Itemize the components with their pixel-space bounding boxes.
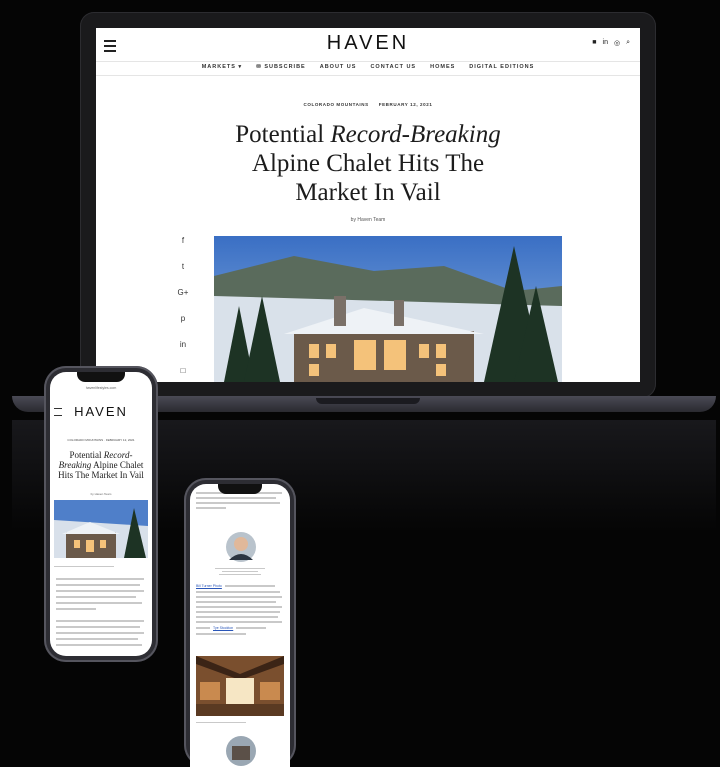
share-bar: f t G+ p in □: [174, 232, 192, 380]
hero-image-chalet: [214, 236, 562, 382]
phone-left: havenlifestyles.com HAVEN COLORADO MOUNT…: [44, 366, 158, 662]
share-linkedin-icon[interactable]: in: [174, 336, 192, 354]
header-social: ■ in ◎ ⌕: [592, 39, 630, 47]
phone-left-byline: by Haven Team: [90, 492, 112, 496]
title-line-3: Market In Vail: [295, 179, 441, 206]
nav-subscribe[interactable]: ✉ SUBSCRIBE: [256, 64, 306, 70]
nav-divider-top: [96, 61, 640, 62]
article-tags: COLORADO MOUNTAINS FEBRUARY 12, 2021: [96, 102, 640, 107]
phone-right-body-text: Bill Turner Photo Tye Stockton: [196, 584, 284, 635]
phone-left-title: Potential Record- Breaking Alpine Chalet…: [56, 450, 146, 480]
title-prefix: Potential: [235, 121, 325, 148]
phone-left-url: havenlifestyles.com: [85, 386, 117, 390]
interior-caption: [196, 722, 246, 723]
phone-right-intro-text: [196, 492, 284, 509]
laptop-hinge-notch: [316, 398, 420, 404]
nav-contact-us[interactable]: CONTACT US: [370, 64, 416, 70]
instagram-icon[interactable]: ◎: [614, 39, 620, 47]
phone-left-caption: [54, 566, 114, 567]
phone-left-hero-image: [54, 500, 148, 558]
title-emphasis: Record-Breaking: [330, 121, 501, 148]
phone-left-title-prefix: Potential: [69, 450, 102, 460]
share-twitter-icon[interactable]: t: [174, 258, 192, 276]
phone-left-title-emph1: Record-: [103, 450, 133, 460]
tag-date: FEBRUARY 12, 2021: [378, 102, 433, 107]
phone-left-screen: havenlifestyles.com HAVEN COLORADO MOUNT…: [50, 372, 152, 656]
agent-avatar: [226, 532, 256, 562]
laptop-screen: HAVEN ■ in ◎ ⌕ MARKETS ▾ ✉ SUBSCRIBE ABO…: [96, 28, 640, 382]
main-nav: MARKETS ▾ ✉ SUBSCRIBE ABOUT US CONTACT U…: [96, 64, 640, 70]
tag-category[interactable]: COLORADO MOUNTAINS: [304, 102, 369, 107]
interior-image: [196, 656, 284, 716]
phone-left-notch: [77, 372, 125, 382]
phone-left-logo[interactable]: HAVEN: [50, 404, 152, 419]
site-logo[interactable]: HAVEN: [96, 32, 640, 55]
article-title: Potential Record-Breaking Alpine Chalet …: [156, 120, 580, 207]
share-pinterest-icon[interactable]: p: [174, 310, 192, 328]
phone-left-tags: COLORADO MOUNTAINS · FEBRUARY 12, 2021: [67, 438, 135, 442]
article-byline: by Haven Team: [350, 217, 386, 223]
nav-about-us[interactable]: ABOUT US: [320, 64, 357, 70]
phone-right: Bill Turner Photo Tye Stockton: [184, 478, 296, 767]
phone-right-notch: [218, 484, 262, 494]
phone-left-body-text: [56, 578, 146, 646]
facebook-icon[interactable]: ■: [592, 39, 596, 47]
share-google-plus-icon[interactable]: G+: [174, 284, 192, 302]
nav-markets[interactable]: MARKETS ▾: [202, 64, 242, 70]
share-facebook-icon[interactable]: f: [174, 232, 192, 250]
title-line-2: Alpine Chalet Hits The: [251, 150, 485, 177]
linkedin-icon[interactable]: in: [603, 39, 608, 47]
phone-right-link-agent[interactable]: Tye Stockton: [213, 626, 233, 630]
agent-caption: [212, 568, 268, 575]
secondary-avatar: [226, 736, 256, 766]
phone-left-menu-icon[interactable]: [54, 408, 62, 416]
share-more-icon[interactable]: □: [174, 362, 192, 380]
search-icon[interactable]: ⌕: [626, 39, 630, 47]
nav-divider-bottom: [96, 75, 640, 76]
nav-digital-editions[interactable]: DIGITAL EDITIONS: [469, 64, 534, 70]
phone-right-link-photo[interactable]: Bill Turner Photo: [196, 584, 222, 588]
phone-right-screen: Bill Turner Photo Tye Stockton: [190, 484, 290, 767]
nav-homes[interactable]: HOMES: [430, 64, 455, 70]
phone-left-title-emph2: Breaking: [58, 460, 92, 470]
